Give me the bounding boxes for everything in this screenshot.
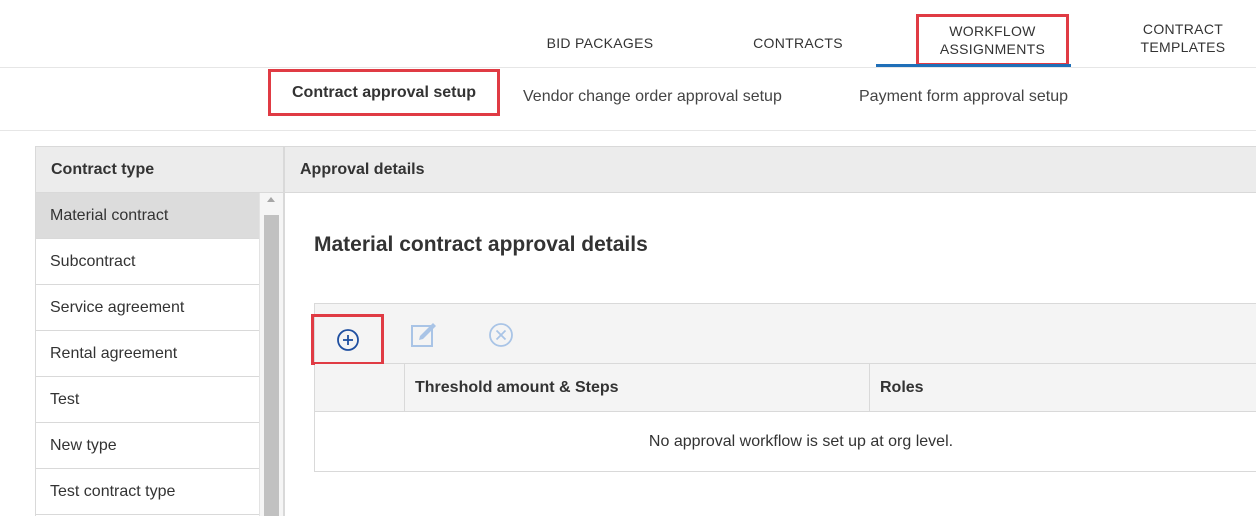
subtab-payment-form-approval-setup[interactable]: Payment form approval setup [859,88,1068,106]
table-toolbar [311,304,1256,365]
column-header-threshold[interactable]: Threshold amount & Steps [405,364,870,411]
scroll-up-arrow-icon[interactable] [267,197,275,202]
contract-type-item[interactable]: Test [36,377,260,423]
contract-type-list: Material contract Subcontract Service ag… [36,193,283,516]
tab-workflow-label-line1: WORKFLOW [949,23,1036,39]
approval-workflow-table: Threshold amount & Steps Roles No approv… [311,303,1256,472]
table-header-row: Threshold amount & Steps Roles [315,364,1256,412]
column-header-blank [315,364,405,411]
tab-contract-templates[interactable]: CONTRACT TEMPLATES [1128,20,1238,56]
tab-templates-label-line1: CONTRACT [1142,21,1224,37]
tab-templates-label-line2: TEMPLATES [1140,39,1226,55]
subtab-contract-approval-setup[interactable]: Contract approval setup [268,69,500,116]
top-tab-bar: BID PACKAGES CONTRACTS WORKFLOW ASSIGNME… [0,0,1256,68]
tab-workflow-assignments[interactable]: WORKFLOW ASSIGNMENTS [916,14,1069,66]
contract-type-header: Contract type [36,147,283,193]
contract-type-item[interactable]: New type [36,423,260,469]
x-circle-icon [489,323,513,347]
add-button[interactable] [311,314,384,365]
contract-type-item[interactable]: Material contract [36,193,260,239]
approval-details-title: Material contract approval details [314,233,648,256]
contract-type-panel: Contract type Material contract Subcontr… [35,146,284,516]
edit-icon [411,323,436,347]
delete-button[interactable] [484,318,518,352]
column-header-roles[interactable]: Roles [870,364,1256,411]
contract-type-item[interactable]: Rental agreement [36,331,260,377]
empty-table-message: No approval workflow is set up at org le… [648,432,954,450]
approval-details-panel: Approval details Material contract appro… [284,146,1256,516]
contract-type-item[interactable]: Subcontract [36,239,260,285]
sub-tab-bar: Contract approval setup Vendor change or… [0,68,1256,131]
contract-type-item[interactable]: Test contract type [36,469,260,515]
tab-contracts[interactable]: CONTRACTS [728,34,868,52]
active-tab-indicator [876,64,1071,67]
edit-button[interactable] [407,318,441,352]
tab-bid-packages[interactable]: BID PACKAGES [525,34,675,52]
plus-circle-icon [336,328,359,351]
contract-type-scrollbar[interactable] [259,193,283,516]
scroll-thumb[interactable] [264,215,279,516]
approval-details-header: Approval details [285,147,1256,193]
tab-workflow-label-line2: ASSIGNMENTS [939,41,1046,57]
subtab-vendor-change-order-approval-setup[interactable]: Vendor change order approval setup [523,88,782,106]
contract-type-item[interactable]: Service agreement [36,285,260,331]
